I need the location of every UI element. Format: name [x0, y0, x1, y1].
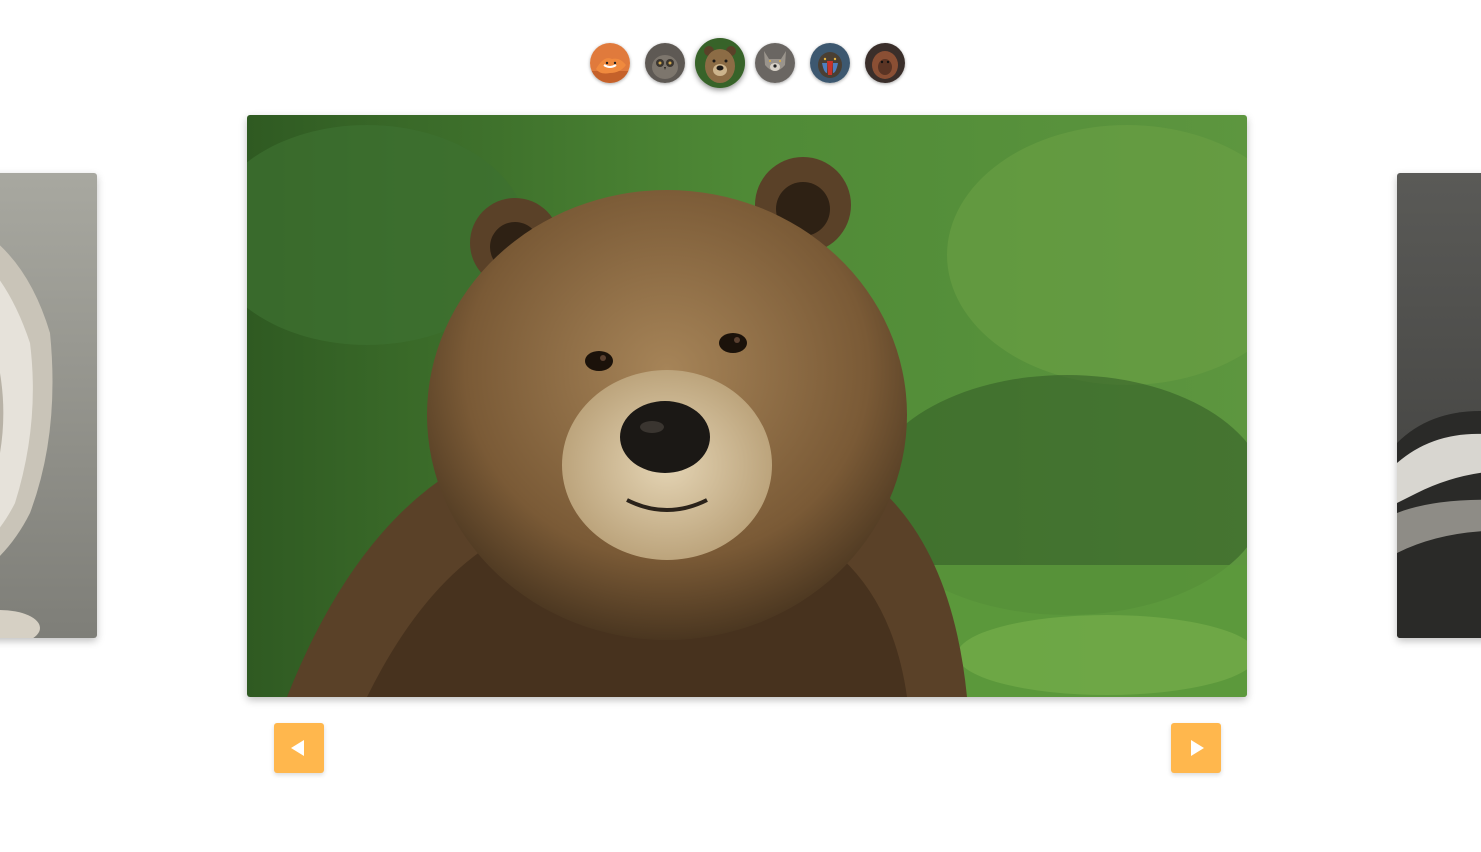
- thumbnail-orangutan[interactable]: [865, 43, 905, 83]
- thumbnail-wolf[interactable]: [755, 43, 795, 83]
- bear-thumbnail-icon: [695, 38, 745, 88]
- main-slide[interactable]: [247, 115, 1247, 697]
- thumbnail-fox[interactable]: [590, 43, 630, 83]
- arrow-right-icon: [1191, 740, 1204, 756]
- previous-slide[interactable]: [0, 173, 97, 638]
- arrow-left-icon: [291, 740, 304, 756]
- fox-thumbnail-icon: [590, 43, 630, 83]
- owl-thumbnail-icon: [645, 43, 685, 83]
- wolf-thumbnail-icon: [755, 43, 795, 83]
- previous-button[interactable]: [274, 723, 324, 773]
- thumbnail-strip: [0, 38, 1481, 90]
- next-button[interactable]: [1171, 723, 1221, 773]
- next-slide[interactable]: [1397, 173, 1481, 638]
- carousel: [0, 0, 1481, 852]
- mandrill-thumbnail-icon: [810, 43, 850, 83]
- thumbnail-bear[interactable]: [695, 38, 745, 88]
- badger-image: [1397, 173, 1481, 638]
- thumbnail-mandrill[interactable]: [810, 43, 850, 83]
- orangutan-thumbnail-icon: [865, 43, 905, 83]
- thumbnail-owl[interactable]: [645, 43, 685, 83]
- bear-image: [247, 115, 1247, 697]
- lion-image: [0, 173, 97, 638]
